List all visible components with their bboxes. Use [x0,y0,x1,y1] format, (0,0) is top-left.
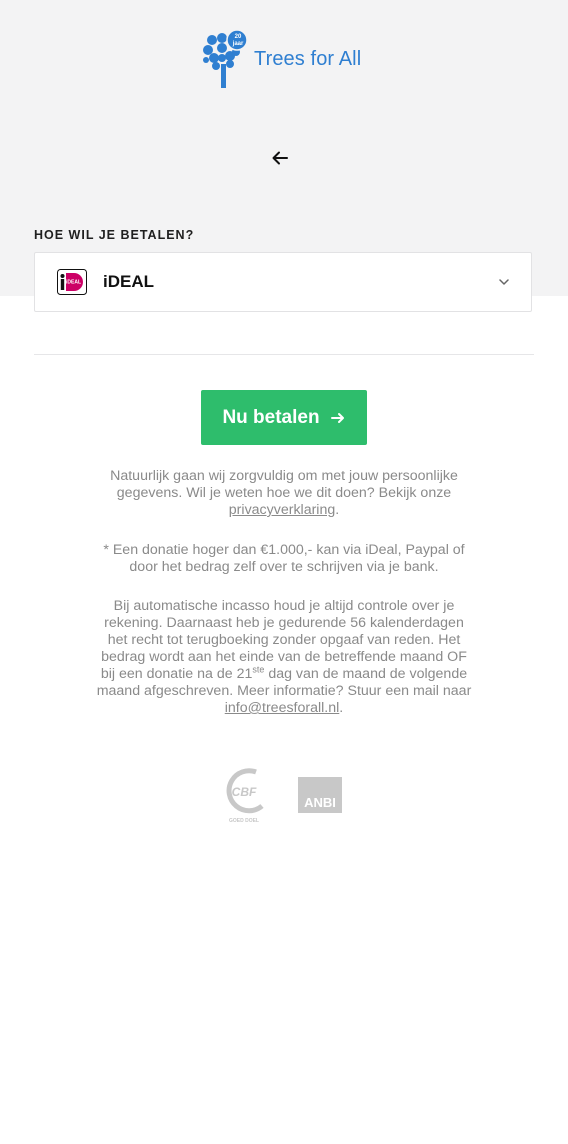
donation-note: * Een donatie hoger dan €1.000,- kan via… [103,542,465,575]
incasso-sup: ste [252,664,265,675]
incasso-note: Bij automatische incasso houd je altijd … [94,598,474,717]
incasso-end: . [339,700,344,716]
trust-badges: CBF GOED DOEL ANBI [222,766,342,824]
arrow-right-icon [330,412,344,423]
payment-section-label: HOE WIL JE BETALEN? [34,228,195,242]
ideal-logo-icon: iDEAL [57,269,87,295]
ideal-logo-text: iDEAL [66,280,81,286]
brand-name: Trees for All [254,47,362,70]
anniversary-badge: 20 jaar [232,34,244,47]
divider [34,354,534,355]
payment-method-select[interactable]: iDEAL iDEAL [34,252,532,312]
pay-now-button[interactable]: Nu betalen [201,390,367,445]
privacy-text: Natuurlijk gaan wij zorgvuldig om met jo… [110,468,458,501]
trees-for-all-logo[interactable]: 20 jaar Trees for All [200,28,361,90]
pay-now-label: Nu betalen [222,406,320,428]
back-arrow-icon[interactable] [268,146,292,170]
cbf-badge-icon: CBF GOED DOEL [226,768,264,824]
privacy-link[interactable]: privacyverklaring [229,502,335,518]
cbf-sub-text: GOED DOEL [229,818,259,824]
privacy-note: Natuurlijk gaan wij zorgvuldig om met jo… [94,468,474,519]
selected-payment-method: iDEAL [103,272,154,291]
privacy-end: . [335,502,340,518]
cbf-text: CBF [232,785,257,799]
chevron-down-icon [499,279,509,285]
anbi-badge: ANBI [298,777,342,813]
email-link[interactable]: info@treesforall.nl [225,700,340,716]
